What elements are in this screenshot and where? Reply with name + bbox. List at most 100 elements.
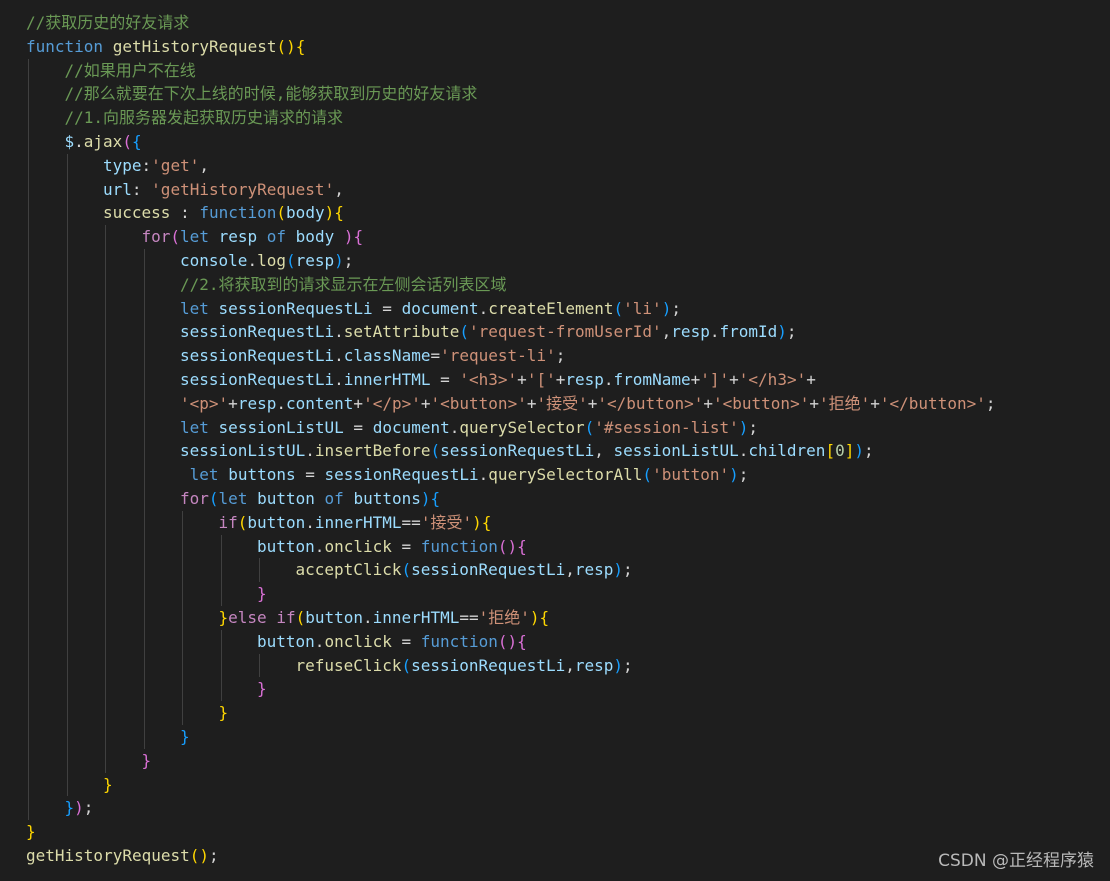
code-line[interactable]: if(button.innerHTML=='接受'){ [26,510,1110,535]
indent-guide [66,344,68,368]
code-line[interactable]: //1.向服务器发起获取历史请求的请求 [26,106,1110,130]
code-content: for(let resp of body ){ [142,225,364,249]
code-token-variable: sessionRequestLi [180,346,335,366]
code-token-text: == [401,512,421,532]
code-area[interactable]: //获取历史的好友请求 function getHistoryRequest(){… [26,11,1110,868]
code-line[interactable]: sessionRequestLi.innerHTML = '<h3>'+'['+… [26,367,1110,392]
code-line[interactable]: let buttons = sessionRequestLi.querySele… [26,463,1110,487]
code-line[interactable]: }); [26,796,1110,821]
code-content: if(button.innerHTML=='接受'){ [219,511,492,535]
code-content: type:'get', [103,154,209,178]
code-line[interactable]: sessionRequestLi.className='request-li'; [26,344,1110,368]
code-line[interactable]: } [26,677,1110,702]
code-token-variable: document [401,298,479,318]
code-token-variable: sessionRequestLi [324,465,479,485]
code-line[interactable]: for(let resp of body ){ [26,225,1110,249]
code-editor[interactable]: //获取历史的好友请求 function getHistoryRequest(){… [0,0,1110,881]
code-line[interactable]: //如果用户不在线 [26,58,1110,83]
indent-guide [105,296,106,321]
code-token-control: if [218,512,238,532]
code-line[interactable]: }else if(button.innerHTML=='拒绝'){ [26,605,1110,630]
code-line[interactable]: //2.将获取到的请求显示在左侧会话列表区域 [26,272,1110,297]
code-token-bracket1: { [539,607,550,627]
code-line[interactable]: //获取历史的好友请求 [26,11,1110,35]
code-token-variable: sessionListUL [218,417,344,437]
code-token-variable: resp [565,369,604,389]
code-token-comment: //1.向服务器发起获取历史请求的请求 [64,108,344,128]
code-line[interactable]: console.log(resp); [26,248,1110,273]
code-line[interactable]: } [26,772,1110,797]
code-token-text: ; [343,250,354,270]
code-line[interactable]: url: 'getHistoryRequest', [26,177,1110,202]
indent-guide [28,463,29,487]
code-token-variable: resp [295,250,335,270]
code-token-bracket3: ) [334,250,344,270]
code-token-bracket3: } [64,798,75,818]
code-token-function: log [257,250,286,270]
code-token-variable: resp [574,560,614,580]
code-token-text: = [391,631,421,651]
code-line[interactable]: refuseClick(sessionRequestLi,resp); [26,653,1110,678]
code-line[interactable]: } [26,724,1110,749]
code-token-keyword: let [180,227,209,247]
code-line[interactable]: function getHistoryRequest(){ [26,35,1110,59]
code-token-string: '<h3>' [459,369,518,389]
code-token-variable: type [103,155,142,175]
code-line[interactable]: //那么就要在下次上线的时候,能够获取到历史的好友请求 [26,82,1110,107]
code-token-keyword: function [26,36,104,56]
indent-guide [105,701,106,725]
code-line[interactable]: } [26,748,1110,773]
code-content: let buttons = sessionRequestLi.querySele… [180,463,749,487]
indent-guide [28,248,29,273]
code-line[interactable]: let sessionRequestLi = document.createEl… [26,296,1110,321]
code-line[interactable]: $.ajax({ [26,129,1110,154]
code-line[interactable]: button.onclick = function(){ [26,629,1110,654]
code-token-variable: sessionRequestLi [411,560,566,580]
code-token-text: + [353,393,364,413]
code-line[interactable]: } [26,820,1110,844]
code-token-bracket3: ( [584,417,595,437]
code-token-bracket3: ( [285,250,296,270]
code-line[interactable]: '<p>'+resp.content+'</p>'+'<button>'+'接受… [26,391,1110,416]
code-line[interactable]: sessionListUL.insertBefore(sessionReques… [26,439,1110,464]
code-token-variable: sessionListUL [613,441,739,461]
indent-guide [66,510,68,535]
indent-guide [143,320,145,345]
indent-guide [28,296,29,321]
indent-guide [143,653,145,678]
code-token-text: + [420,393,431,413]
code-token-text: . [305,441,315,461]
code-token-string: ']' [700,369,730,389]
indent-guide [28,129,29,154]
code-token-text: . [305,512,315,532]
code-line[interactable]: type:'get', [26,153,1110,178]
indent-guide [28,82,29,107]
code-token-bracket1: ( [295,607,306,627]
code-line[interactable]: } [26,582,1110,606]
code-token-variable: fromName [613,369,691,389]
indent-guide [105,534,106,559]
code-token-variable: innerHTML [372,607,460,627]
code-token-text: + [517,369,527,389]
code-token-keyword: let [218,488,248,508]
code-content: acceptClick(sessionRequestLi,resp); [296,558,633,582]
indent-guide [28,58,29,83]
indent-guide [28,534,29,559]
csdn-watermark: CSDN @正经程序猿 [938,851,1094,871]
code-line[interactable]: acceptClick(sessionRequestLi,resp); [26,558,1110,583]
code-line[interactable]: success : function(body){ [26,201,1110,226]
code-token-text: + [555,369,566,389]
code-line[interactable]: sessionRequestLi.setAttribute('request-f… [26,320,1110,345]
code-line[interactable]: button.onclick = function(){ [26,534,1110,559]
code-content: url: 'getHistoryRequest', [103,178,344,202]
code-line[interactable]: for(let button of buttons){ [26,486,1110,511]
indent-guide [28,677,29,702]
indent-guide [143,415,145,440]
indent-guide [143,391,145,416]
code-line[interactable]: let sessionListUL = document.querySelect… [26,415,1110,440]
code-line[interactable]: } [26,701,1110,725]
